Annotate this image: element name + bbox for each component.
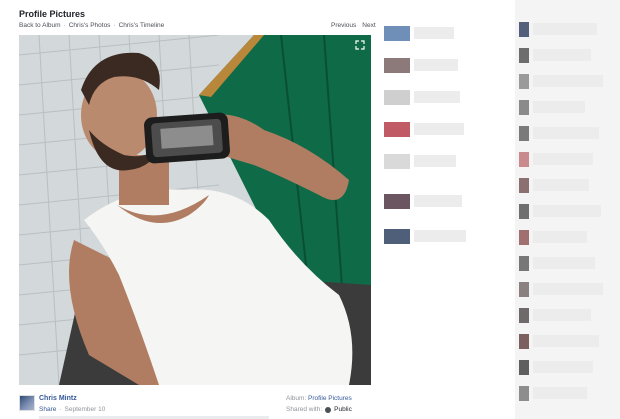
album-info-link[interactable]: Profile Pictures <box>308 395 352 402</box>
list-item <box>380 118 502 142</box>
shared-with-info: Shared with: Public <box>286 406 352 413</box>
avatar[interactable] <box>19 395 35 411</box>
list-item <box>515 278 620 302</box>
list-item <box>515 200 620 224</box>
list-item <box>380 150 502 174</box>
list-item <box>515 96 620 120</box>
expand-icon[interactable] <box>355 40 365 50</box>
post-meta: Share · September 10 <box>39 406 105 413</box>
list-item <box>515 226 620 250</box>
list-item <box>515 382 620 406</box>
share-link[interactable]: Share <box>39 406 56 413</box>
list-item <box>515 174 620 198</box>
list-item <box>515 356 620 380</box>
breadcrumb: Back to Album · Chris's Photos · Chris's… <box>19 22 164 29</box>
globe-icon <box>325 406 332 413</box>
list-item <box>380 22 502 46</box>
meta-separator: · <box>59 406 62 413</box>
post-date[interactable]: September 10 <box>65 406 106 413</box>
chris-photos-link[interactable]: Chris's Photos <box>69 22 111 29</box>
breadcrumb-separator: · <box>113 22 116 29</box>
next-link[interactable]: Next <box>362 22 375 29</box>
list-item <box>515 18 620 42</box>
list-item <box>515 122 620 146</box>
album-title: Profile Pictures <box>19 9 86 19</box>
list-item <box>380 225 502 249</box>
list-item <box>515 148 620 172</box>
profile-photo[interactable] <box>19 35 371 385</box>
list-item <box>515 304 620 328</box>
photo-image <box>19 35 371 385</box>
list-item <box>515 44 620 68</box>
back-to-album-link[interactable]: Back to Album <box>19 22 61 29</box>
list-item <box>515 70 620 94</box>
breadcrumb-separator: · <box>63 22 66 29</box>
list-item <box>380 54 502 78</box>
list-item <box>380 86 502 110</box>
blurred-sidebar-left <box>380 0 502 419</box>
shared-with-label: Shared with: <box>286 406 323 413</box>
album-info: Album: Profile Pictures <box>286 395 352 402</box>
blurred-sidebar-right <box>515 0 620 419</box>
owner-name-link[interactable]: Chris Mintz <box>39 395 77 402</box>
album-info-label: Album: <box>286 395 307 402</box>
photo-pager: Previous Next <box>331 22 376 29</box>
list-item <box>380 190 502 214</box>
previous-link[interactable]: Previous <box>331 22 356 29</box>
list-item <box>515 252 620 276</box>
chris-timeline-link[interactable]: Chris's Timeline <box>119 22 165 29</box>
privacy-value[interactable]: Public <box>334 406 352 413</box>
list-item <box>515 330 620 354</box>
